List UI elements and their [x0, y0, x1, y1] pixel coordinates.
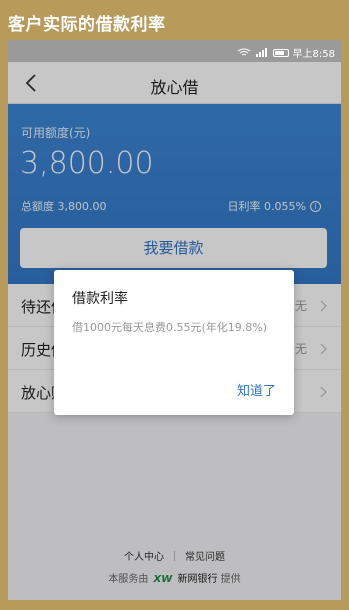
battery-icon [272, 48, 289, 57]
caption-title: 客户实际的借款利率 [8, 15, 166, 35]
modal-overlay[interactable]: 借款利率 借1000元每天息费0.55元(年化19.8%) 知道了 [8, 62, 341, 600]
rate-dialog: 借款利率 借1000元每天息费0.55元(年化19.8%) 知道了 [54, 270, 294, 415]
status-icons: 早上8:58 [237, 45, 335, 60]
wifi-icon [237, 48, 250, 56]
caption-band: 客户实际的借款利率 [0, 0, 349, 40]
signal-icon [255, 48, 267, 57]
status-time: 早上8:58 [292, 49, 335, 60]
status-bar: 早上8:58 [8, 40, 341, 62]
dialog-ok-button[interactable]: 知道了 [237, 380, 276, 399]
dialog-body: 借1000元每天息费0.55元(年化19.8%) [72, 321, 268, 334]
phone-screen: 早上8:58 放心借 可用额度(元) 3,800.00 总额度 3,800.00… [8, 40, 341, 600]
dialog-title: 借款利率 [72, 291, 128, 307]
